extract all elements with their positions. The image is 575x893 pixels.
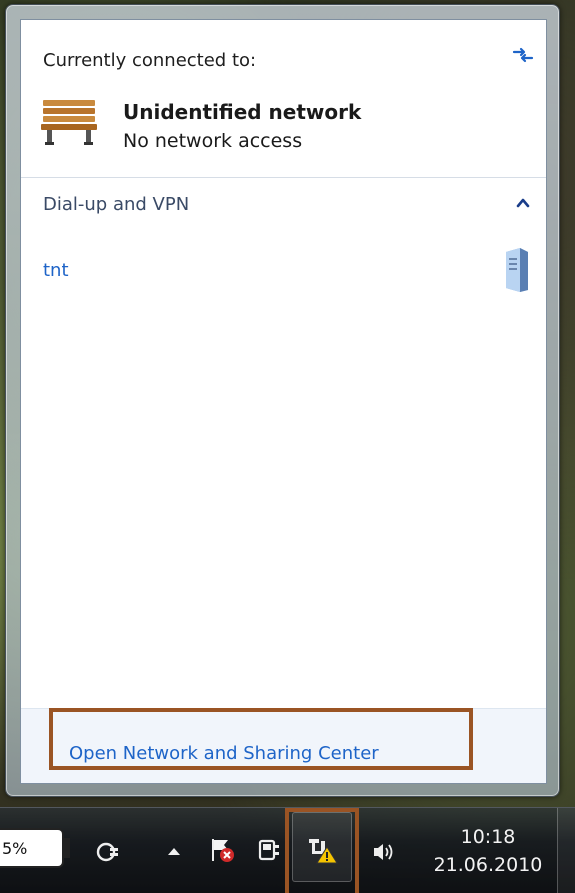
power-plug-icon[interactable]: [92, 838, 120, 866]
open-network-sharing-center-link[interactable]: Open Network and Sharing Center: [69, 743, 379, 764]
network-tray-button[interactable]: [292, 812, 352, 882]
taskbar: 5% 10:18 21.06.2010: [0, 807, 575, 893]
vpn-item-label[interactable]: tnt: [43, 260, 69, 281]
flyout-footer: Open Network and Sharing Center: [21, 708, 546, 783]
battery-indicator[interactable]: 5%: [0, 828, 64, 868]
network-flyout: Currently connected to: Unidentified net…: [5, 4, 560, 797]
taskbar-clock[interactable]: 10:18 21.06.2010: [418, 826, 558, 876]
refresh-icon[interactable]: [510, 42, 536, 68]
network-status: No network access: [123, 130, 303, 152]
show-desktop-button[interactable]: [557, 808, 575, 893]
current-connection-section: Currently connected to: Unidentified net…: [21, 20, 546, 178]
battery-cap: [64, 838, 70, 858]
action-center-flag-icon[interactable]: [208, 836, 236, 864]
server-icon: [506, 248, 528, 292]
vpn-item-tnt[interactable]: tnt: [21, 246, 546, 296]
connected-title: Currently connected to:: [43, 50, 257, 71]
vpn-section-header[interactable]: Dial-up and VPN: [21, 180, 546, 224]
vpn-section-title: Dial-up and VPN: [43, 194, 190, 215]
bench-icon: [41, 100, 97, 145]
chevron-up-icon[interactable]: [514, 194, 532, 212]
battery-percent: 5%: [2, 839, 28, 858]
show-hidden-icons-arrow[interactable]: [160, 838, 188, 866]
volume-icon[interactable]: [370, 838, 398, 866]
clock-time: 10:18: [460, 826, 516, 848]
network-warning-icon: [309, 839, 338, 864]
power-icon[interactable]: [255, 836, 283, 864]
clock-date: 21.06.2010: [433, 854, 543, 876]
flyout-panel: Currently connected to: Unidentified net…: [20, 19, 547, 784]
network-name: Unidentified network: [123, 100, 362, 124]
